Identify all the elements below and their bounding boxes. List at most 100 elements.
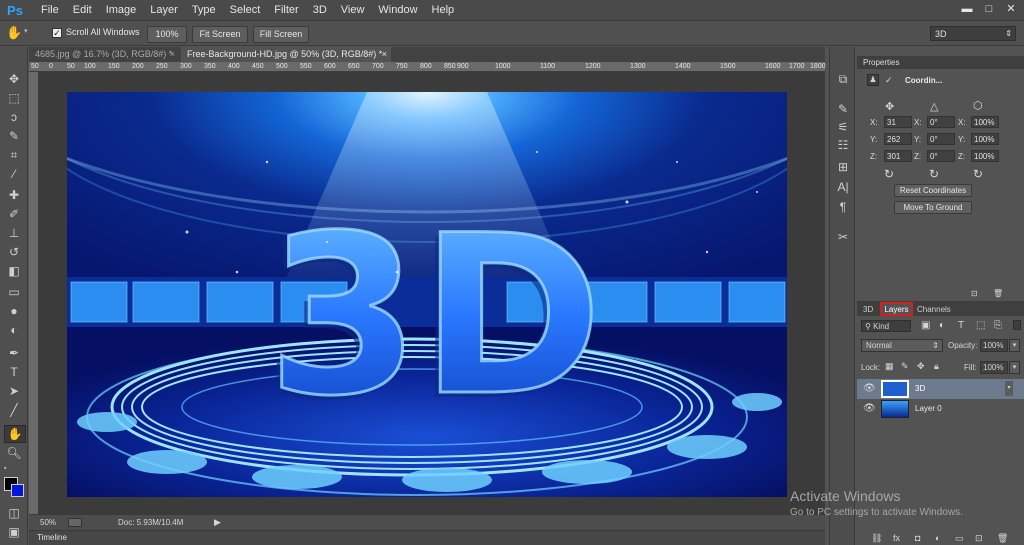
x-rotation-field[interactable]: 0° — [927, 116, 955, 128]
delete-layer-icon[interactable]: 🗑︎ — [997, 533, 1008, 544]
layer-name[interactable]: 3D — [915, 384, 925, 393]
line-tool-icon[interactable]: ╱ — [4, 402, 24, 418]
tools-preset-icon[interactable]: ✂ — [835, 229, 851, 245]
styles-icon[interactable]: ⊞ — [835, 159, 851, 175]
tab-free-background[interactable]: Free-Background-HD.jpg @ 50% (3D, RGB/8#… — [181, 47, 391, 62]
menu-edit[interactable]: Edit — [66, 0, 99, 21]
hand-tool-icon[interactable]: ✋ — [4, 425, 26, 443]
tab-3d[interactable]: 3D — [863, 303, 873, 316]
lock-all-icon[interactable]: 🔒︎ — [934, 361, 939, 372]
dodge-tool-icon[interactable]: ◐ — [4, 322, 24, 338]
paragraph-icon[interactable]: ¶ — [835, 199, 851, 215]
filter-pixel-icon[interactable]: ▣ — [921, 320, 930, 331]
zoom-tool-icon[interactable]: 🔍︎ — [4, 445, 24, 461]
minimize-button[interactable]: ▬ — [958, 2, 976, 17]
zoom-level[interactable]: 50% — [40, 518, 56, 527]
tab-close-icon[interactable]: × — [170, 47, 175, 62]
type-tool-icon[interactable]: T — [4, 364, 24, 380]
menu-layer[interactable]: Layer — [143, 0, 185, 21]
layer-row-layer-0[interactable]: 👁︎ Layer 0 — [857, 399, 1024, 419]
tab-channels[interactable]: Channels — [917, 303, 951, 316]
lock-image-icon[interactable]: ✎ — [901, 361, 909, 372]
history-icon[interactable]: ⧉ — [835, 71, 851, 87]
reset-scale-icon[interactable]: ↻ — [973, 167, 983, 181]
filter-shape-icon[interactable]: ⬚ — [976, 320, 985, 331]
lock-position-icon[interactable]: ✥ — [917, 361, 925, 372]
blur-tool-icon[interactable]: ● — [4, 303, 24, 319]
character-icon[interactable]: A| — [835, 179, 851, 195]
healing-brush-tool-icon[interactable]: ✚ — [4, 187, 24, 203]
filter-type-icon[interactable]: T — [958, 320, 964, 331]
lasso-tool-icon[interactable]: ↄ — [4, 109, 24, 125]
layer-style-icon[interactable]: fx — [893, 533, 900, 543]
screen-mode-icon[interactable]: ▣ — [4, 524, 24, 540]
properties-icon[interactable]: ☷ — [835, 137, 851, 153]
menu-help[interactable]: Help — [425, 0, 462, 21]
pen-tool-icon[interactable]: ✒ — [4, 345, 24, 361]
default-colors-icon[interactable]: ▪ — [4, 465, 11, 472]
menu-image[interactable]: Image — [99, 0, 144, 21]
brush-preset-icon[interactable]: ✎ — [835, 101, 851, 117]
history-brush-tool-icon[interactable]: ↺ — [4, 244, 24, 260]
brush-tool-icon[interactable]: ✐ — [4, 206, 24, 222]
crop-tool-icon[interactable]: ⌗ — [4, 147, 24, 163]
document-image[interactable]: 3D 3D — [67, 92, 787, 497]
gradient-tool-icon[interactable]: ▭ — [4, 284, 24, 300]
status-icon[interactable] — [68, 518, 82, 527]
y-rotation-field[interactable]: 0° — [927, 133, 955, 145]
filter-adjustment-icon[interactable]: ◐ — [939, 320, 945, 331]
menu-view[interactable]: View — [334, 0, 372, 21]
blend-mode-select[interactable]: Normal ⇕ — [861, 339, 943, 352]
trash-icon[interactable]: 🗑︎ — [993, 289, 1003, 298]
mesh-icon[interactable]: ✓ — [885, 75, 893, 86]
eyedropper-tool-icon[interactable]: ⁄ — [4, 166, 24, 182]
quick-select-tool-icon[interactable]: ✎ — [4, 128, 24, 144]
path-select-tool-icon[interactable]: ➤ — [4, 383, 24, 399]
move-to-ground-button[interactable]: Move To Ground — [894, 201, 972, 214]
zoom-100-button[interactable]: 100% — [147, 26, 187, 43]
tab-close-icon[interactable]: × — [382, 47, 387, 62]
x-position-field[interactable]: 31 — [884, 116, 912, 128]
filter-kind-select[interactable]: ⚲ Kind — [861, 320, 911, 332]
menu-file[interactable]: File — [34, 0, 66, 21]
clone-stamp-tool-icon[interactable]: ⊥ — [4, 225, 24, 241]
menu-filter[interactable]: Filter — [267, 0, 305, 21]
status-menu-arrow-icon[interactable]: ▶ — [214, 517, 221, 528]
z-scale-field[interactable]: 100% — [971, 150, 999, 162]
menu-window[interactable]: Window — [371, 0, 424, 21]
new-layer-icon[interactable]: ⊡ — [975, 533, 983, 544]
new-group-icon[interactable]: ▭ — [955, 533, 964, 544]
reset-rotation-icon[interactable]: ↻ — [929, 167, 939, 181]
background-color-swatch[interactable] — [11, 484, 24, 497]
close-button[interactable]: ✕ — [1002, 2, 1020, 17]
marquee-tool-icon[interactable]: ⬚ — [4, 90, 24, 106]
eraser-tool-icon[interactable]: ◧ — [4, 263, 24, 279]
z-position-field[interactable]: 301 — [884, 150, 912, 162]
tab-layers[interactable]: Layers — [880, 302, 913, 316]
scene-icon[interactable]: ♟ — [867, 74, 879, 86]
filter-smart-object-icon[interactable]: ⎘ — [994, 320, 1002, 331]
restore-button[interactable]: □ — [980, 2, 998, 17]
visibility-eye-icon[interactable]: 👁︎ — [863, 403, 876, 414]
y-scale-field[interactable]: 100% — [971, 133, 999, 145]
hand-tool-icon[interactable]: ✋ — [6, 25, 22, 41]
menu-select[interactable]: Select — [223, 0, 268, 21]
fill-dropdown-icon[interactable]: ▾ — [1009, 361, 1020, 374]
y-position-field[interactable]: 262 — [884, 133, 912, 145]
opacity-field[interactable]: 100% — [980, 339, 1008, 352]
z-rotation-field[interactable]: 0° — [927, 150, 955, 162]
tab-4685[interactable]: 4685.jpg @ 16.7% (3D, RGB/8#) * × — [29, 47, 179, 62]
x-scale-field[interactable]: 100% — [971, 116, 999, 128]
menu-type[interactable]: Type — [185, 0, 223, 21]
timeline-panel[interactable]: Timeline — [29, 530, 825, 545]
menu-3d[interactable]: 3D — [306, 0, 334, 21]
layer-row-3d[interactable]: 👁︎ 3D ▾ — [857, 379, 1024, 399]
adjustment-layer-icon[interactable]: ◐ — [935, 533, 940, 543]
link-layers-icon[interactable]: ⛓ — [871, 533, 882, 544]
scroll-all-checkbox[interactable]: ✓ — [52, 28, 62, 38]
layer-expand-icon[interactable]: ▾ — [1005, 381, 1013, 396]
reset-position-icon[interactable]: ↻ — [884, 167, 894, 181]
move-tool-icon[interactable]: ✥ — [4, 71, 24, 87]
quick-mask-icon[interactable]: ◫ — [4, 505, 24, 521]
layer-name[interactable]: Layer 0 — [915, 404, 942, 413]
